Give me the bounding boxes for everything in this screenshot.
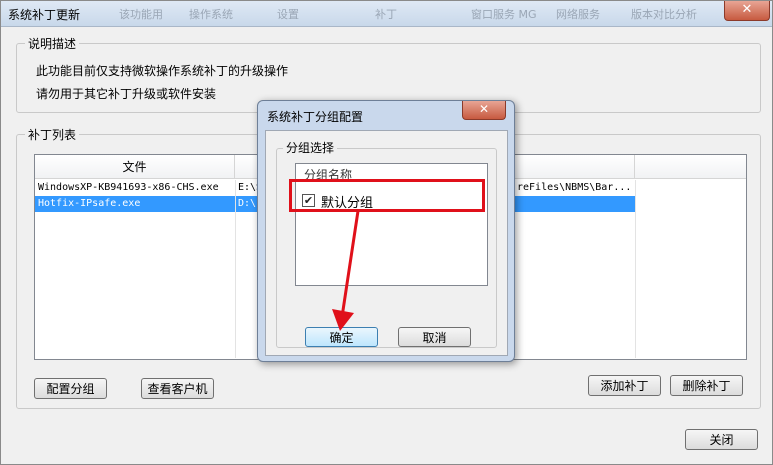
row-file-cell: Hotfix-IPsafe.exe xyxy=(38,198,141,209)
background-tab: 该功能用 xyxy=(119,8,163,21)
group-config-dialog: 系统补丁分组配置 ✕ 分组选择 分组名称 ✔ 默认分组 确定 取消 xyxy=(257,100,515,362)
config-group-button[interactable]: 配置分组 xyxy=(34,378,107,399)
column-divider xyxy=(235,180,236,358)
delete-patch-button[interactable]: 删除补丁 xyxy=(670,375,743,396)
description-line: 此功能目前仅支持微软操作系统补丁的升级操作 xyxy=(36,64,289,78)
background-tab: 网络服务 xyxy=(556,8,600,21)
column-header-extra[interactable] xyxy=(635,155,746,179)
background-tab: 设置 xyxy=(277,8,299,21)
column-header-file[interactable]: 文件 xyxy=(35,155,235,179)
row-path-tail-cell: reFiles\NBMS\Bar... xyxy=(517,182,632,193)
description-group-title: 说明描述 xyxy=(25,35,80,52)
main-titlebar[interactable]: 系统补丁更新 该功能用 操作系统 设置 补丁 窗口服务 MG 网络服务 版本对比… xyxy=(1,1,772,27)
close-icon: ✕ xyxy=(478,102,490,116)
close-button[interactable]: 关闭 xyxy=(685,429,758,450)
dialog-title: 系统补丁分组配置 xyxy=(267,110,364,124)
annotation-arrow-icon xyxy=(332,210,360,331)
patch-list-group-title: 补丁列表 xyxy=(25,126,80,143)
window-close-button[interactable]: ✕ xyxy=(724,1,770,21)
group-selection-title: 分组选择 xyxy=(283,139,338,156)
background-tab: 操作系统 xyxy=(189,8,233,21)
cancel-button[interactable]: 取消 xyxy=(398,327,471,347)
annotation-highlight-box xyxy=(289,179,485,212)
dialog-close-button[interactable]: ✕ xyxy=(462,101,506,120)
view-clients-button[interactable]: 查看客户机 xyxy=(141,378,214,399)
row-file-cell: WindowsXP-KB941693-x86-CHS.exe xyxy=(38,182,219,193)
column-divider xyxy=(635,180,636,358)
close-icon: ✕ xyxy=(741,2,753,17)
background-tab: 补丁 xyxy=(375,8,397,21)
description-line: 请勿用于其它补丁升级或软件安装 xyxy=(36,87,217,101)
background-tab: 窗口服务 MG xyxy=(471,8,537,21)
add-patch-button[interactable]: 添加补丁 xyxy=(588,375,661,396)
window-title: 系统补丁更新 xyxy=(8,8,81,22)
background-tab: 版本对比分析 xyxy=(631,8,697,21)
